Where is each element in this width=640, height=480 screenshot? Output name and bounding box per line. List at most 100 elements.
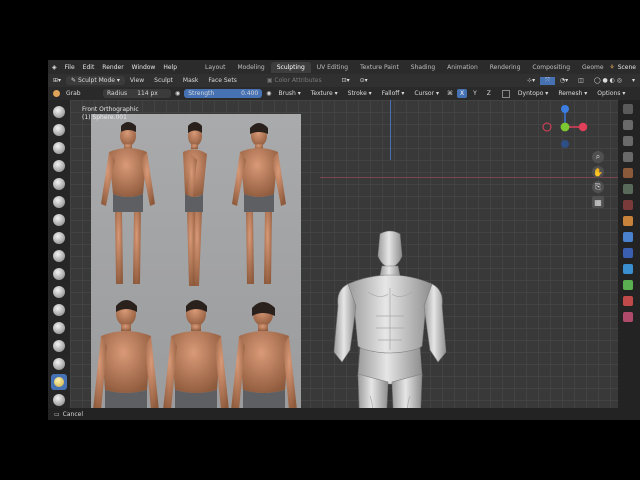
fill-brush-icon[interactable] [53,304,65,316]
scene-selector[interactable]: ⚘ Scene [605,60,640,74]
menu-render[interactable]: Render [98,64,127,71]
mode-selector[interactable]: ✎ Sculpt Mode ▾ [66,76,125,85]
tool-properties-icon[interactable] [623,104,633,114]
flatten-brush-icon[interactable] [53,286,65,298]
navigation-gizmo[interactable] [540,104,590,148]
orthographic-grid-icon[interactable]: ▦ [592,196,604,208]
blob-brush-icon[interactable] [53,232,65,244]
inflate-brush-icon[interactable] [53,214,65,226]
texture-properties-icon[interactable] [623,312,633,322]
tab-texture-paint[interactable]: Texture Paint [354,62,405,73]
tab-compositing[interactable]: Compositing [526,62,576,73]
camera-view-icon[interactable]: ⎘ [592,181,604,193]
proportional-icon[interactable]: ⊙▾ [355,77,373,84]
viewport-nav-controls: ⌕ ✋ ⎘ ▦ [592,148,608,211]
shading-modes-icon[interactable]: ◯ ● ◐ ◎ [589,77,627,84]
menu-mask[interactable]: Mask [178,77,203,84]
tab-layout[interactable]: Layout [199,62,231,73]
tab-shading[interactable]: Shading [405,62,441,73]
overlays-icon[interactable]: ◔▾ [555,77,573,84]
crease-brush-icon[interactable] [53,250,65,262]
gizmo-toggle-icon[interactable]: ⤧ [540,76,555,85]
pan-hand-icon[interactable]: ✋ [592,166,604,178]
menu-file[interactable]: File [61,64,79,71]
radius-value: 114 px [137,90,158,97]
particles-properties-icon[interactable] [623,248,633,258]
symmetry-x-toggle[interactable]: X [456,89,468,98]
view-layer-properties-icon[interactable] [623,152,633,162]
modifier-properties-icon[interactable] [623,232,633,242]
symmetry-y-toggle[interactable]: Y [468,90,482,97]
material-properties-icon[interactable] [623,296,633,306]
scene-properties-icon[interactable] [623,168,633,178]
cursor-dropdown[interactable]: Cursor ▾ [409,90,444,97]
elastic-deform-brush-icon[interactable] [53,394,65,406]
menu-face-sets[interactable]: Face Sets [203,77,241,84]
blender-logo-icon[interactable]: ◈ [48,64,61,71]
x-axis-line [320,177,618,178]
overlay-cursor-icon[interactable]: ⊹▾ [522,77,540,84]
smooth-brush-icon[interactable] [53,268,65,280]
pinch-brush-icon[interactable] [53,358,65,370]
multiplane-scrape-brush-icon[interactable] [53,340,65,352]
xray-icon[interactable]: ◫ [573,77,589,84]
radius-label: Radius [107,90,128,97]
tab-rendering[interactable]: Rendering [484,62,527,73]
world-properties-icon[interactable] [623,184,633,194]
clay-strips-brush-icon[interactable] [53,160,65,172]
reference-image[interactable] [91,114,301,410]
transform-pivot-icon[interactable]: ⊡▾ [337,77,355,84]
grab-brush-tool-icon[interactable] [51,374,67,390]
tab-modeling[interactable]: Modeling [231,62,270,73]
clay-brush-icon[interactable] [53,142,65,154]
radius-field[interactable]: Radius 114 px [103,89,171,98]
radius-pressure-icon[interactable]: ◉ [175,90,180,97]
texture-dropdown[interactable]: Texture ▾ [306,90,343,97]
brush-dropdown[interactable]: Brush ▾ [274,90,306,97]
collection-properties-icon[interactable] [623,200,633,210]
color-attributes-button[interactable]: ▣ Color Attributes [262,77,327,84]
output-properties-icon[interactable] [623,136,633,146]
strength-field[interactable]: Strength 0.400 [184,89,263,98]
tab-animation[interactable]: Animation [441,62,484,73]
brush-selector[interactable]: Grab [48,90,101,97]
stroke-dropdown[interactable]: Stroke ▾ [343,90,377,97]
menu-view[interactable]: View [125,77,149,84]
viewport-info: Front Orthographic (1) Sphere.001 [82,106,139,122]
mode-label: Sculpt Mode [77,77,115,84]
scrape-brush-icon[interactable] [53,322,65,334]
brush-dropdown-label: Brush [278,90,296,97]
tab-uv-editing[interactable]: UV Editing [311,62,354,73]
falloff-dropdown-label: Falloff [381,90,400,97]
shading-options-icon[interactable]: ▾ [627,77,640,84]
options-dropdown[interactable]: Options ▾ [592,90,630,97]
3d-viewport[interactable]: Front Orthographic (1) Sphere.001 ⌕ ✋ ⎘ … [70,100,618,420]
object-properties-icon[interactable] [623,216,633,226]
strength-pressure-icon[interactable]: ◉ [266,90,271,97]
menu-help[interactable]: Help [159,64,181,71]
zoom-icon[interactable]: ⌕ [592,151,604,163]
cancel-hint: Cancel [62,410,83,418]
symmetry-z-toggle[interactable]: Z [482,90,496,97]
dyntopo-dropdown[interactable]: Dyntopo ▾ [513,90,553,97]
editor-type-icon[interactable]: ⊞▾ [48,77,66,84]
brush-name: Grab [66,90,81,97]
data-properties-icon[interactable] [623,280,633,290]
options-label: Options [597,90,621,97]
clay-thumb-brush-icon[interactable] [53,178,65,190]
draw-sharp-brush-icon[interactable] [53,124,65,136]
symmetry-icon[interactable]: ⌘ [447,90,453,97]
falloff-dropdown[interactable]: Falloff ▾ [377,90,410,97]
remesh-dropdown[interactable]: Remesh ▾ [553,90,592,97]
sculpt-mesh-figure[interactable] [330,226,450,420]
tab-sculpting[interactable]: Sculpting [270,61,311,73]
scene-icon: ⚘ [609,63,615,71]
layer-brush-icon[interactable] [53,196,65,208]
render-properties-icon[interactable] [623,120,633,130]
dyntopo-checkbox[interactable] [501,89,510,98]
physics-properties-icon[interactable] [623,264,633,274]
draw-brush-icon[interactable] [53,106,65,118]
menu-edit[interactable]: Edit [79,64,99,71]
menu-sculpt[interactable]: Sculpt [149,77,178,84]
menu-window[interactable]: Window [128,64,160,71]
